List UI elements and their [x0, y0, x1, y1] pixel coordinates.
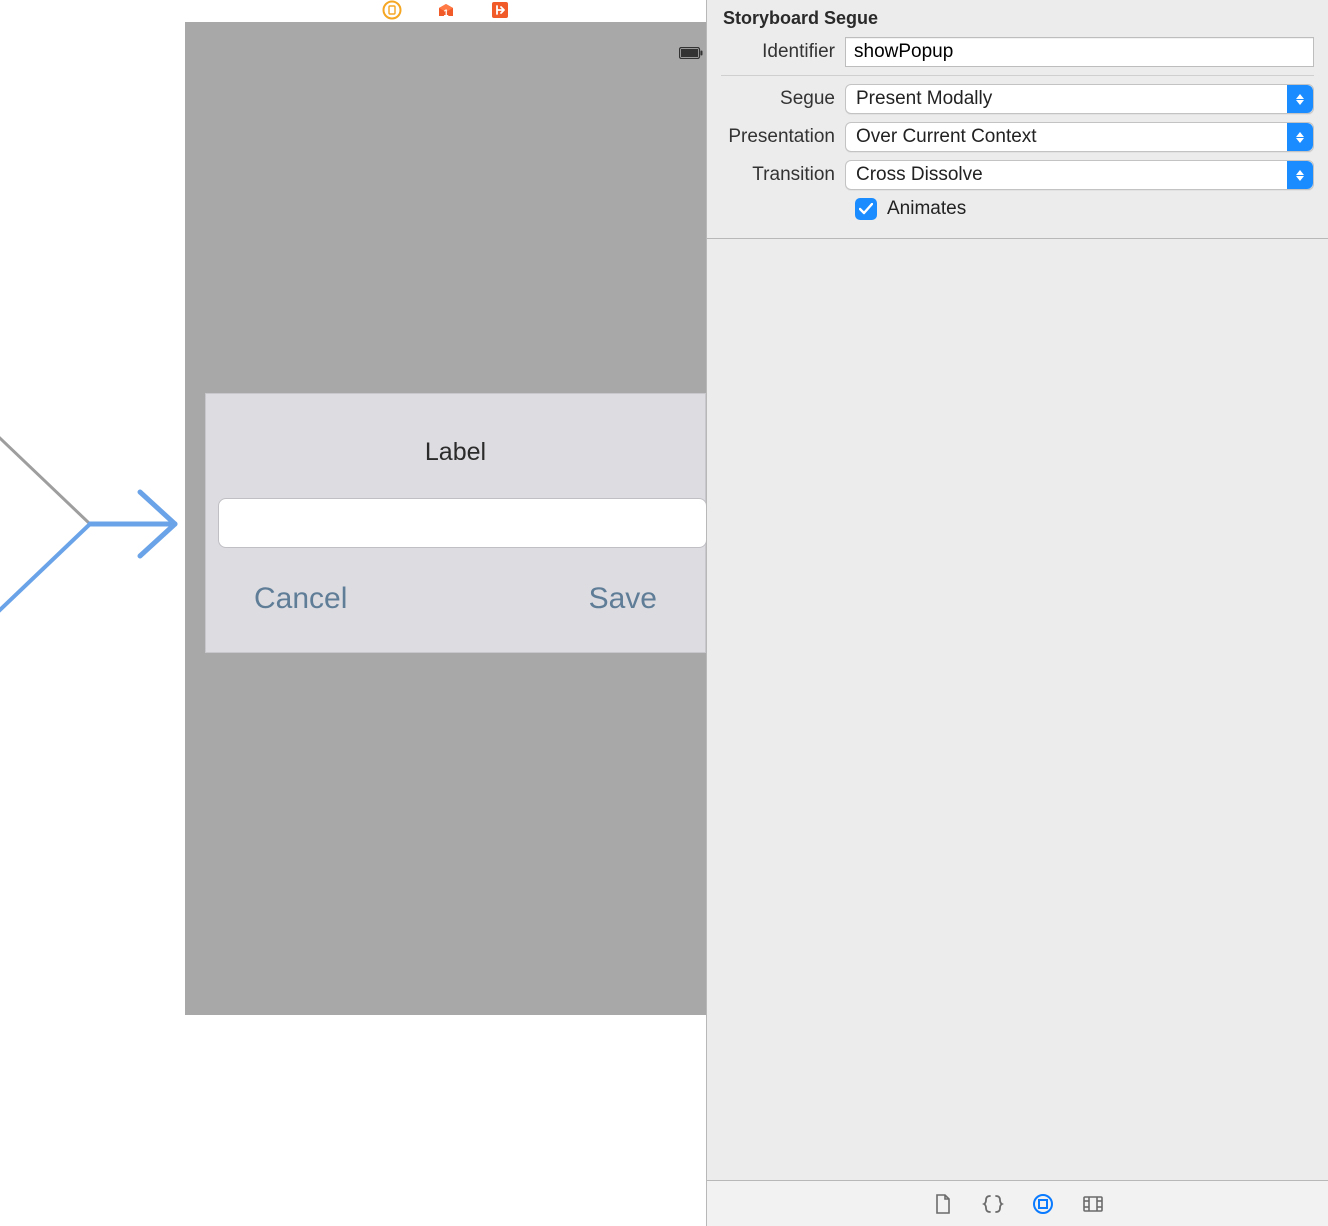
- stepper-icon: [1287, 85, 1313, 113]
- attributes-inspector: Storyboard Segue Identifier Segue Presen…: [706, 0, 1328, 1226]
- popup-button-row: Cancel Save: [206, 582, 705, 616]
- file-template-library-icon[interactable]: [931, 1192, 955, 1216]
- identifier-row: Identifier: [721, 37, 1314, 67]
- scene-dock: 1: [185, 0, 706, 22]
- transition-row: Transition Cross Dissolve: [721, 160, 1314, 190]
- transition-select[interactable]: Cross Dissolve: [845, 160, 1314, 190]
- transition-select-value: Cross Dissolve: [856, 164, 983, 186]
- cancel-button[interactable]: Cancel: [254, 582, 347, 616]
- segue-select-value: Present Modally: [856, 88, 992, 110]
- first-responder-icon[interactable]: 1: [435, 0, 457, 21]
- popup-text-field[interactable]: [218, 498, 707, 548]
- transition-label: Transition: [721, 164, 845, 186]
- animates-row: Animates: [855, 198, 1314, 220]
- segue-row: Segue Present Modally: [721, 84, 1314, 114]
- library-tab-bar: [707, 1180, 1328, 1226]
- segue-section: Storyboard Segue Identifier Segue Presen…: [707, 0, 1328, 238]
- section-title: Storyboard Segue: [723, 8, 1314, 29]
- stepper-icon: [1287, 161, 1313, 189]
- xcode-interface-builder: 1 Label: [0, 0, 1328, 1226]
- ib-canvas[interactable]: 1 Label: [0, 0, 706, 1226]
- segue-label: Segue: [721, 88, 845, 110]
- inspector-empty-area: [707, 238, 1328, 1008]
- animates-checkbox[interactable]: [855, 198, 877, 220]
- media-library-icon[interactable]: [1081, 1192, 1105, 1216]
- svg-text:1: 1: [443, 8, 448, 18]
- identifier-label: Identifier: [721, 41, 845, 63]
- presentation-row: Presentation Over Current Context: [721, 122, 1314, 152]
- stepper-icon: [1287, 123, 1313, 151]
- identifier-field[interactable]: [845, 37, 1314, 67]
- battery-icon: [679, 46, 703, 58]
- scene-view[interactable]: Label Cancel Save: [185, 22, 706, 1015]
- segue-select[interactable]: Present Modally: [845, 84, 1314, 114]
- object-library-icon[interactable]: [1031, 1192, 1055, 1216]
- save-button[interactable]: Save: [589, 582, 657, 616]
- animates-label: Animates: [887, 198, 966, 220]
- code-snippet-library-icon[interactable]: [981, 1192, 1005, 1216]
- scene-dock-icons: 1: [381, 0, 511, 20]
- scene-viewcontroller[interactable]: 1 Label: [185, 0, 706, 1015]
- presentation-select-value: Over Current Context: [856, 126, 1037, 148]
- presentation-select[interactable]: Over Current Context: [845, 122, 1314, 152]
- exit-icon[interactable]: [489, 0, 511, 21]
- presentation-label: Presentation: [721, 126, 845, 148]
- separator: [721, 75, 1314, 76]
- viewcontroller-icon[interactable]: [381, 0, 403, 21]
- popup-title-label: Label: [206, 438, 705, 467]
- popup-view[interactable]: Label Cancel Save: [205, 393, 706, 653]
